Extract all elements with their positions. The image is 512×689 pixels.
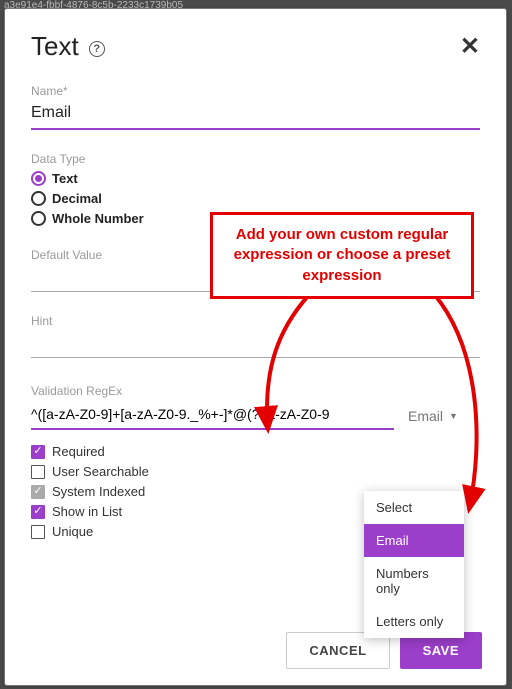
- preset-option-select[interactable]: Select: [364, 491, 464, 524]
- modal-title: Text: [31, 31, 79, 62]
- radio-label: Text: [52, 171, 78, 186]
- validation-regex-label: Validation RegEx: [31, 384, 480, 398]
- annotation-callout: Add your own custom regular expression o…: [210, 212, 474, 299]
- preset-option-email[interactable]: Email: [364, 524, 464, 557]
- checkbox-icon: [31, 525, 45, 539]
- radio-icon: [31, 191, 46, 206]
- name-label: Name*: [31, 84, 480, 98]
- text-field-modal: Text ? ✕ Name* Data Type Text Decimal Wh…: [4, 8, 507, 686]
- check-label: Show in List: [52, 504, 122, 519]
- preset-dropdown-menu: Select Email Numbers only Letters only: [364, 491, 464, 638]
- checkbox-icon: ✓: [31, 505, 45, 519]
- chevron-down-icon: ▼: [449, 411, 458, 421]
- checkbox-icon: ✓: [31, 445, 45, 459]
- check-label: Required: [52, 444, 105, 459]
- help-icon[interactable]: ?: [89, 41, 105, 57]
- radio-label: Decimal: [52, 191, 102, 206]
- data-type-label: Data Type: [31, 152, 480, 166]
- checkbox-icon: ✓: [31, 485, 45, 499]
- check-label: Unique: [52, 524, 93, 539]
- preset-option-letters[interactable]: Letters only: [364, 605, 464, 638]
- check-user-searchable[interactable]: User Searchable: [31, 464, 480, 479]
- check-label: User Searchable: [52, 464, 149, 479]
- check-label: System Indexed: [52, 484, 145, 499]
- hint-label: Hint: [31, 314, 480, 328]
- preset-option-numbers[interactable]: Numbers only: [364, 557, 464, 605]
- radio-icon: [31, 211, 46, 226]
- checkbox-icon: [31, 465, 45, 479]
- name-input[interactable]: [31, 100, 480, 130]
- radio-icon: [31, 171, 46, 186]
- preset-trigger-label: Email: [408, 408, 443, 424]
- radio-text[interactable]: Text: [31, 171, 480, 186]
- hint-input[interactable]: [31, 330, 480, 358]
- radio-decimal[interactable]: Decimal: [31, 191, 480, 206]
- validation-regex-input[interactable]: [31, 402, 394, 430]
- close-icon[interactable]: ✕: [460, 32, 480, 61]
- check-required[interactable]: ✓ Required: [31, 444, 480, 459]
- regex-preset-dropdown[interactable]: Email ▼: [408, 408, 480, 430]
- radio-label: Whole Number: [52, 211, 144, 226]
